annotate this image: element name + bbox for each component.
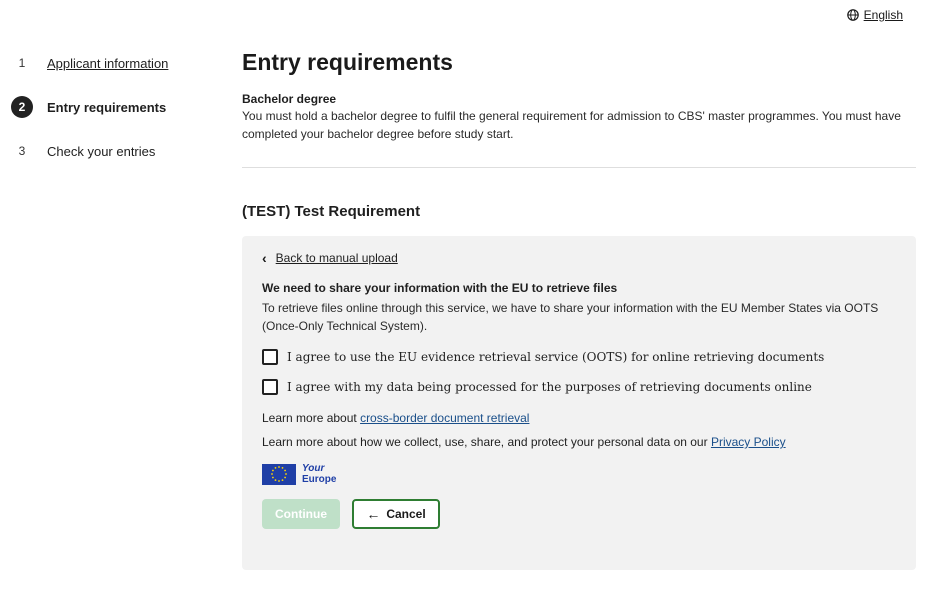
oots-consent-panel: ‹ Back to manual upload We need to share… [242,236,916,570]
step-check-entries: 3 Check your entries [11,140,211,162]
progress-steps: 1 Applicant information 2 Entry requirem… [11,52,211,184]
cross-border-retrieval-link[interactable]: cross-border document retrieval [360,411,529,425]
cancel-button[interactable]: ← Cancel [352,499,440,529]
learn-more-text: Learn more about how we collect, use, sh… [262,435,711,449]
step-entry-requirements: 2 Entry requirements [11,96,211,118]
back-to-manual-upload-link[interactable]: Back to manual upload [276,251,398,265]
step-label: Entry requirements [47,99,167,115]
logo-your: Your [302,463,325,474]
section-title: Bachelor degree [242,92,337,106]
chevron-left-icon: ‹ [262,250,267,266]
consent-data-row[interactable]: I agree with my data being processed for… [262,379,896,395]
your-europe-text: Your Europe [302,463,336,485]
step-applicant-information[interactable]: 1 Applicant information [11,52,211,74]
continue-button[interactable]: Continue [262,499,340,529]
panel-text: To retrieve files online through this se… [262,301,879,333]
cancel-label: Cancel [386,507,426,521]
step-number: 3 [18,144,26,158]
learn-more-retrieval: Learn more about cross-border document r… [262,411,896,425]
arrow-left-icon: ← [366,506,381,522]
divider [242,167,916,168]
consent-oots-checkbox[interactable] [262,349,278,365]
step-label: Check your entries [47,143,156,159]
learn-more-text: Learn more about [262,411,361,425]
globe-icon [846,9,859,21]
action-buttons: Continue ← Cancel [262,499,896,529]
step-number: 1 [18,56,26,70]
your-europe-logo: Your Europe [262,463,896,485]
step-label-link[interactable]: Applicant information [47,56,168,71]
requirement-title: (TEST) Test Requirement [242,203,421,220]
page-title: Entry requirements [242,49,453,75]
consent-data-checkbox[interactable] [262,379,278,395]
step-number: 2 [11,96,33,118]
consent-oots-label[interactable]: I agree to use the EU evidence retrieval… [287,350,824,364]
section-text: You must hold a bachelor degree to fulfi… [242,109,901,141]
consent-data-label[interactable]: I agree with my data being processed for… [287,380,812,394]
eu-flag-icon [262,463,296,485]
panel-title: We need to share your information with t… [262,281,618,295]
main-content: Entry requirements Bachelor degree You m… [242,46,916,570]
privacy-policy-link[interactable]: Privacy Policy [711,435,786,449]
language-switcher[interactable]: English [846,8,903,22]
learn-more-privacy: Learn more about how we collect, use, sh… [262,435,896,449]
back-link-row[interactable]: ‹ Back to manual upload [262,250,896,266]
language-link[interactable]: English [864,8,903,22]
logo-europe: Europe [302,474,337,485]
consent-oots-row[interactable]: I agree to use the EU evidence retrieval… [262,349,896,365]
